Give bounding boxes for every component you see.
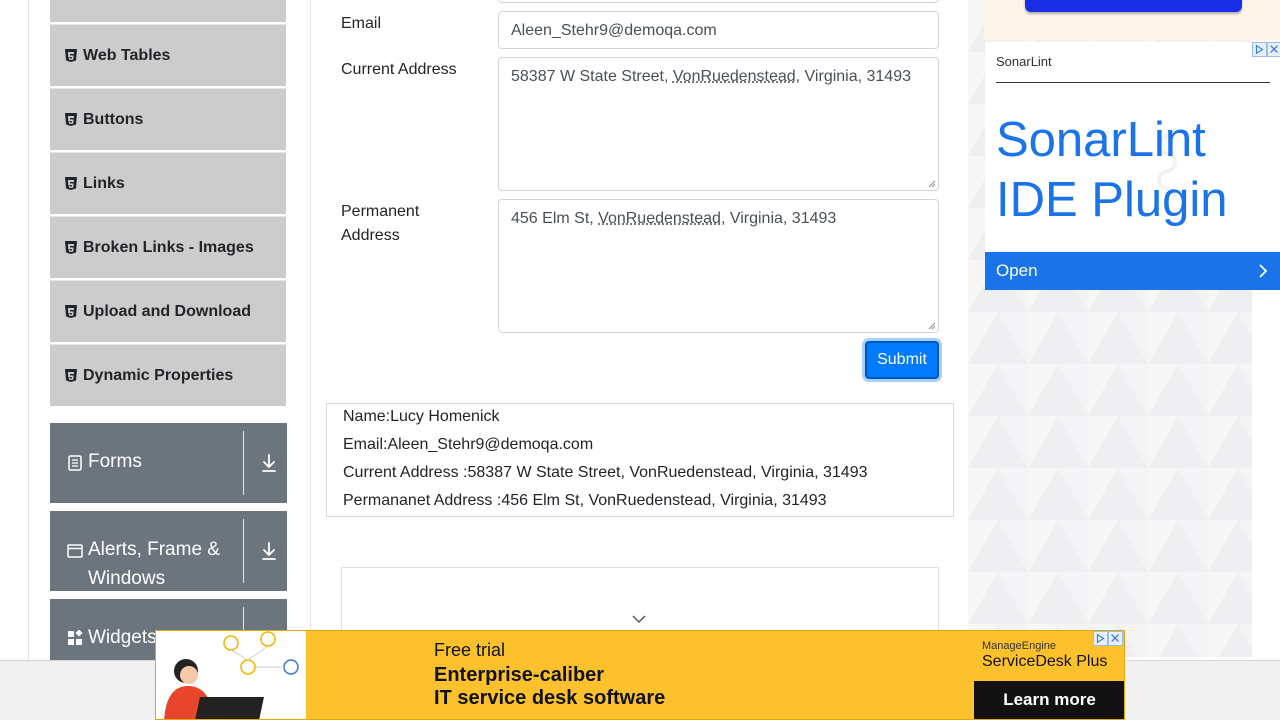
current-address-field[interactable]: 58387 W State Street, VonRuedenstead, Vi… bbox=[498, 57, 939, 191]
page: Web Tables Buttons Links Broken Links - … bbox=[0, 0, 1280, 720]
output-name: Name:Lucy Homenick bbox=[343, 408, 500, 425]
submit-button[interactable]: Submit bbox=[865, 341, 939, 379]
widgets-icon bbox=[68, 630, 83, 645]
banner-line1: Enterprise-caliber bbox=[434, 664, 605, 686]
adchoices-icon[interactable] bbox=[1252, 42, 1267, 57]
ad-open-label: Open bbox=[996, 261, 1038, 280]
current-address-text-end: , Virginia, 31493 bbox=[795, 68, 911, 85]
sidebar-item-upload-download[interactable]: Upload and Download bbox=[50, 280, 286, 342]
ad-headline-line2: IDE Plugin bbox=[996, 173, 1228, 227]
sonarlint-ad[interactable]: 〰 SonarLint SonarLint IDE Plugin Open bbox=[985, 42, 1280, 290]
group-header-forms[interactable]: Forms bbox=[50, 423, 287, 503]
learn-more-label: Learn more bbox=[1003, 690, 1096, 709]
permanent-address-text-underlined: VonRuedenstead bbox=[598, 210, 721, 227]
servicedesk-banner-ad[interactable]: Free trial Enterprise-caliber IT service… bbox=[155, 630, 1125, 720]
banner-close-icon[interactable] bbox=[1108, 631, 1123, 646]
group-label: Alerts, Frame & Windows bbox=[88, 539, 220, 589]
permanent-address-text: 456 Elm St, bbox=[511, 210, 599, 227]
output-email: Email:Aleen_Stehr9@demoqa.com bbox=[343, 436, 594, 453]
chevron-right-icon bbox=[1259, 264, 1268, 278]
output-permanent-address: Permananet Address :456 Elm St, VonRuede… bbox=[343, 492, 827, 509]
banner-adchoices-icon[interactable] bbox=[1093, 631, 1108, 646]
window-icon bbox=[67, 544, 83, 558]
sidebar-item-partial[interactable] bbox=[50, 0, 286, 22]
ad-close-icon[interactable] bbox=[1267, 42, 1280, 57]
ad-headline-line1: SonarLint bbox=[996, 113, 1206, 167]
html5-icon bbox=[65, 48, 77, 62]
sidebar-item-label: Broken Links - Images bbox=[83, 238, 254, 256]
email-label: Email bbox=[341, 15, 382, 32]
ad-open-button[interactable]: Open bbox=[985, 252, 1280, 290]
ad-headline: SonarLint IDE Plugin bbox=[996, 110, 1266, 230]
sidebar-item-label: Upload and Download bbox=[83, 302, 251, 320]
permanent-address-field[interactable]: 456 Elm St, VonRuedenstead, Virginia, 31… bbox=[498, 199, 939, 333]
adchoices-triangle-icon bbox=[1096, 633, 1105, 644]
sidebar-item-dynamic-properties[interactable]: Dynamic Properties bbox=[50, 344, 286, 406]
current-address-label: Current Address bbox=[341, 61, 457, 78]
resize-grip-icon[interactable] bbox=[928, 180, 936, 188]
group-header-alerts-frame-windows[interactable]: Alerts, Frame & Windows bbox=[50, 511, 287, 591]
permanent-address-label-line2: Address bbox=[341, 227, 400, 244]
output-current-address: Current Address :58387 W State Street, V… bbox=[343, 464, 868, 481]
chevron-down-icon[interactable] bbox=[631, 614, 647, 624]
sidebar-item-label: Buttons bbox=[83, 110, 144, 128]
permanent-address-text-end: , Virginia, 31493 bbox=[720, 210, 837, 227]
sidebar-item-label: Links bbox=[83, 174, 125, 192]
learn-more-button[interactable]: Learn more bbox=[974, 681, 1124, 719]
left-border bbox=[28, 0, 29, 660]
close-icon bbox=[1270, 45, 1278, 53]
output-box: Name:Lucy Homenick Email:Aleen_Stehr9@de… bbox=[326, 403, 954, 517]
html5-icon bbox=[65, 176, 77, 190]
sidebar-divider bbox=[310, 0, 311, 660]
close-icon bbox=[1111, 634, 1119, 642]
sidebar-item-label: Web Tables bbox=[83, 46, 171, 64]
ad-divider bbox=[996, 82, 1270, 83]
banner-brand-product: ServiceDesk Plus bbox=[982, 653, 1108, 670]
html5-icon bbox=[65, 112, 77, 126]
banner-kicker: Free trial bbox=[434, 640, 506, 660]
resize-grip-icon[interactable] bbox=[928, 322, 936, 330]
group-label: Forms bbox=[88, 451, 142, 472]
email-value: Aleen_Stehr9@demoqa.com bbox=[511, 22, 717, 39]
html5-icon bbox=[65, 304, 77, 318]
illustration-person-laptop bbox=[156, 631, 306, 719]
sidebar-item-links[interactable]: Links bbox=[50, 152, 286, 214]
name-field-partial[interactable] bbox=[498, 0, 939, 3]
group-separator bbox=[243, 519, 244, 583]
download-arrow-icon[interactable] bbox=[261, 541, 277, 561]
ad-top-button[interactable] bbox=[1025, 0, 1242, 12]
email-field[interactable]: Aleen_Stehr9@demoqa.com bbox=[498, 11, 939, 49]
permanent-address-label: Permanent bbox=[341, 203, 420, 220]
banner-line2: IT service desk software bbox=[434, 687, 666, 709]
html5-icon bbox=[65, 368, 77, 382]
sidebar-item-broken-links[interactable]: Broken Links - Images bbox=[50, 216, 286, 278]
list-icon bbox=[68, 455, 82, 471]
adchoices-triangle-icon bbox=[1255, 44, 1264, 55]
sidebar-item-label: Dynamic Properties bbox=[83, 366, 234, 384]
current-address-text: 58387 W State Street, bbox=[511, 68, 673, 85]
download-arrow-icon[interactable] bbox=[261, 453, 277, 473]
banner-brand-small: ManageEngine bbox=[982, 640, 1057, 652]
sidebar-item-buttons[interactable]: Buttons bbox=[50, 88, 286, 150]
sidebar-item-web-tables[interactable]: Web Tables bbox=[50, 24, 286, 86]
ad-brand: SonarLint bbox=[996, 54, 1052, 69]
group-separator bbox=[243, 431, 244, 495]
html5-icon bbox=[65, 240, 77, 254]
current-address-text-underlined: VonRuedenstead bbox=[672, 68, 796, 85]
